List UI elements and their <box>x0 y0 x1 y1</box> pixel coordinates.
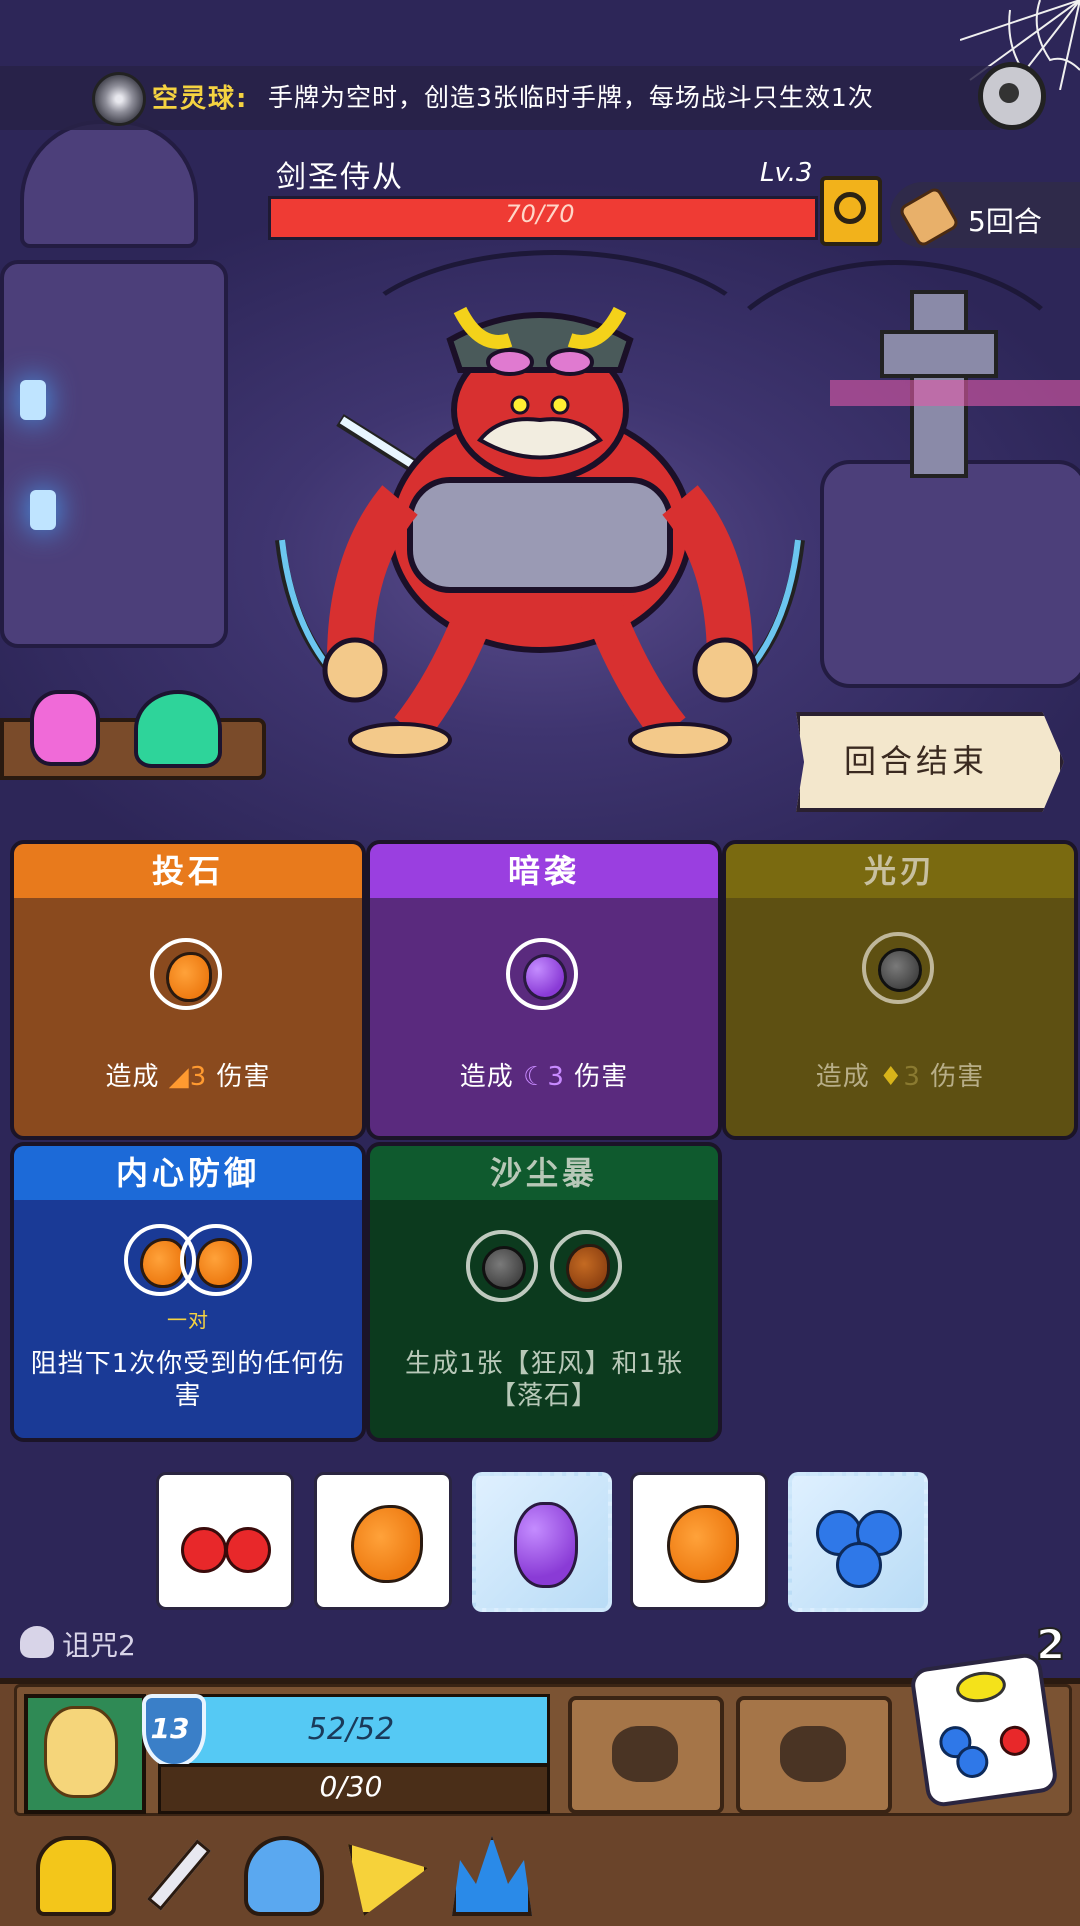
card-throw-stone[interactable]: 投石 造成 ◢3 伤害 <box>10 840 366 1140</box>
cherry-icon <box>225 1527 271 1573</box>
enemy-level: Lv.3 <box>760 158 813 188</box>
cherry-icon <box>997 1723 1032 1758</box>
diamond-icon: ♦ <box>879 1062 904 1092</box>
orange-icon <box>667 1505 739 1583</box>
punch-skill-icon <box>612 1726 678 1782</box>
grape-icon <box>514 1502 578 1588</box>
player-exp-text: 0/30 <box>319 1770 383 1803</box>
effect-value: 3 <box>189 1062 208 1092</box>
card-light-blade[interactable]: 光刃 造成 ♦3 伤害 <box>722 840 1078 1140</box>
card-description: 生成1张【狂风】和1张【落石】 <box>404 1349 684 1411</box>
lemon-icon <box>954 1668 1008 1706</box>
dice-slot[interactable] <box>150 938 222 1010</box>
card-requirement: 一对 <box>167 1308 209 1332</box>
crypt-wall-left <box>0 260 228 648</box>
dice-slot[interactable] <box>862 932 934 1004</box>
ability-name: 空灵球: <box>152 84 249 114</box>
orange-icon <box>196 1238 242 1288</box>
card-title: 暗袭 <box>370 844 718 898</box>
die-grape-frozen[interactable] <box>472 1472 612 1612</box>
avatar <box>44 1706 118 1798</box>
turn-counter-text: 5回合 <box>968 205 1042 238</box>
dig-skill-icon <box>780 1726 846 1782</box>
damage-icon: ◢ <box>168 1062 190 1092</box>
punch-skill-button[interactable] <box>568 1696 724 1814</box>
die-orange[interactable] <box>630 1472 768 1610</box>
tomb-dome <box>20 120 198 248</box>
player-hp-text: 52/52 <box>307 1712 395 1747</box>
candle-icon <box>30 490 56 530</box>
glowing-runes <box>830 380 1080 406</box>
candle-icon <box>20 380 46 420</box>
cherry-icon <box>181 1527 227 1573</box>
orange-icon <box>351 1505 423 1583</box>
dice-slot[interactable] <box>180 1224 252 1296</box>
green-potion-icon[interactable] <box>134 690 222 768</box>
pink-potion-icon[interactable] <box>30 690 100 766</box>
orange-icon <box>566 1244 610 1292</box>
sword-icon[interactable] <box>140 1836 212 1911</box>
orange-icon <box>166 952 212 1002</box>
inspect-magnifier-icon[interactable] <box>820 176 882 246</box>
dig-skill-button[interactable] <box>736 1696 892 1814</box>
shield-value: 13 <box>150 1712 190 1745</box>
effect-suffix: 伤害 <box>574 1062 629 1092</box>
card-title: 内心防御 <box>14 1146 362 1200</box>
dice-slot[interactable] <box>550 1230 622 1302</box>
die-cherry[interactable] <box>156 1472 294 1610</box>
curse-counter: 诅咒2 <box>62 1629 136 1662</box>
effect-prefix: 造成 <box>459 1062 514 1092</box>
crescent-icon: ☾ <box>523 1062 548 1092</box>
card-inner-defense[interactable]: 内心防御 一对 阻挡下1次你受到的任何伤害 <box>10 1142 366 1442</box>
card-title: 光刃 <box>726 844 1074 898</box>
mushroom-icon[interactable] <box>244 1836 324 1916</box>
dice-remaining-count: 2 <box>1035 1619 1066 1670</box>
helmet-icon[interactable] <box>36 1836 116 1916</box>
card-ambush[interactable]: 暗袭 造成 ☾3 伤害 <box>366 840 722 1140</box>
card-title: 投石 <box>14 844 362 898</box>
effect-prefix: 造成 <box>105 1062 160 1092</box>
ethereal-orb-icon <box>92 72 146 126</box>
end-turn-label: 回合结束 <box>843 742 988 780</box>
roll-dice-button[interactable] <box>908 1651 1060 1809</box>
dice-slot[interactable] <box>466 1230 538 1302</box>
card-effect: 造成 ◢3 伤害 <box>24 1056 352 1093</box>
ability-description: 手牌为空时，创造3张临时手牌，每场战斗只生效1次 <box>268 83 874 112</box>
effect-prefix: 造成 <box>815 1062 870 1092</box>
samurai-monkey-enemy[interactable] <box>260 300 820 760</box>
dark-seed-icon <box>482 1246 526 1290</box>
card-effect: 造成 ♦3 伤害 <box>736 1056 1064 1093</box>
effect-value: 3 <box>903 1062 921 1092</box>
die-orange[interactable] <box>314 1472 452 1610</box>
card-effect: 造成 ☾3 伤害 <box>380 1056 708 1093</box>
dark-seed-icon <box>878 948 922 992</box>
orange-icon <box>140 1238 186 1288</box>
effect-value: 3 <box>547 1062 565 1092</box>
die-blueberry-frozen[interactable] <box>788 1472 928 1612</box>
skull-icon <box>20 1626 54 1658</box>
card-title: 沙尘暴 <box>370 1146 718 1200</box>
card-description: 阻挡下1次你受到的任何伤害 <box>30 1349 346 1411</box>
grape-icon <box>523 954 567 1000</box>
effect-suffix: 伤害 <box>216 1062 271 1092</box>
effect-suffix: 伤害 <box>930 1062 985 1092</box>
enemy-hp-text: 70/70 <box>505 200 575 228</box>
enemy-name: 剑圣侍从 <box>276 160 404 195</box>
settings-gear-icon[interactable] <box>978 62 1046 130</box>
blueberry-icon <box>836 1542 882 1588</box>
card-sandstorm[interactable]: 沙尘暴 生成1张【狂风】和1张【落石】 <box>366 1142 722 1442</box>
dice-slot[interactable] <box>506 938 578 1010</box>
